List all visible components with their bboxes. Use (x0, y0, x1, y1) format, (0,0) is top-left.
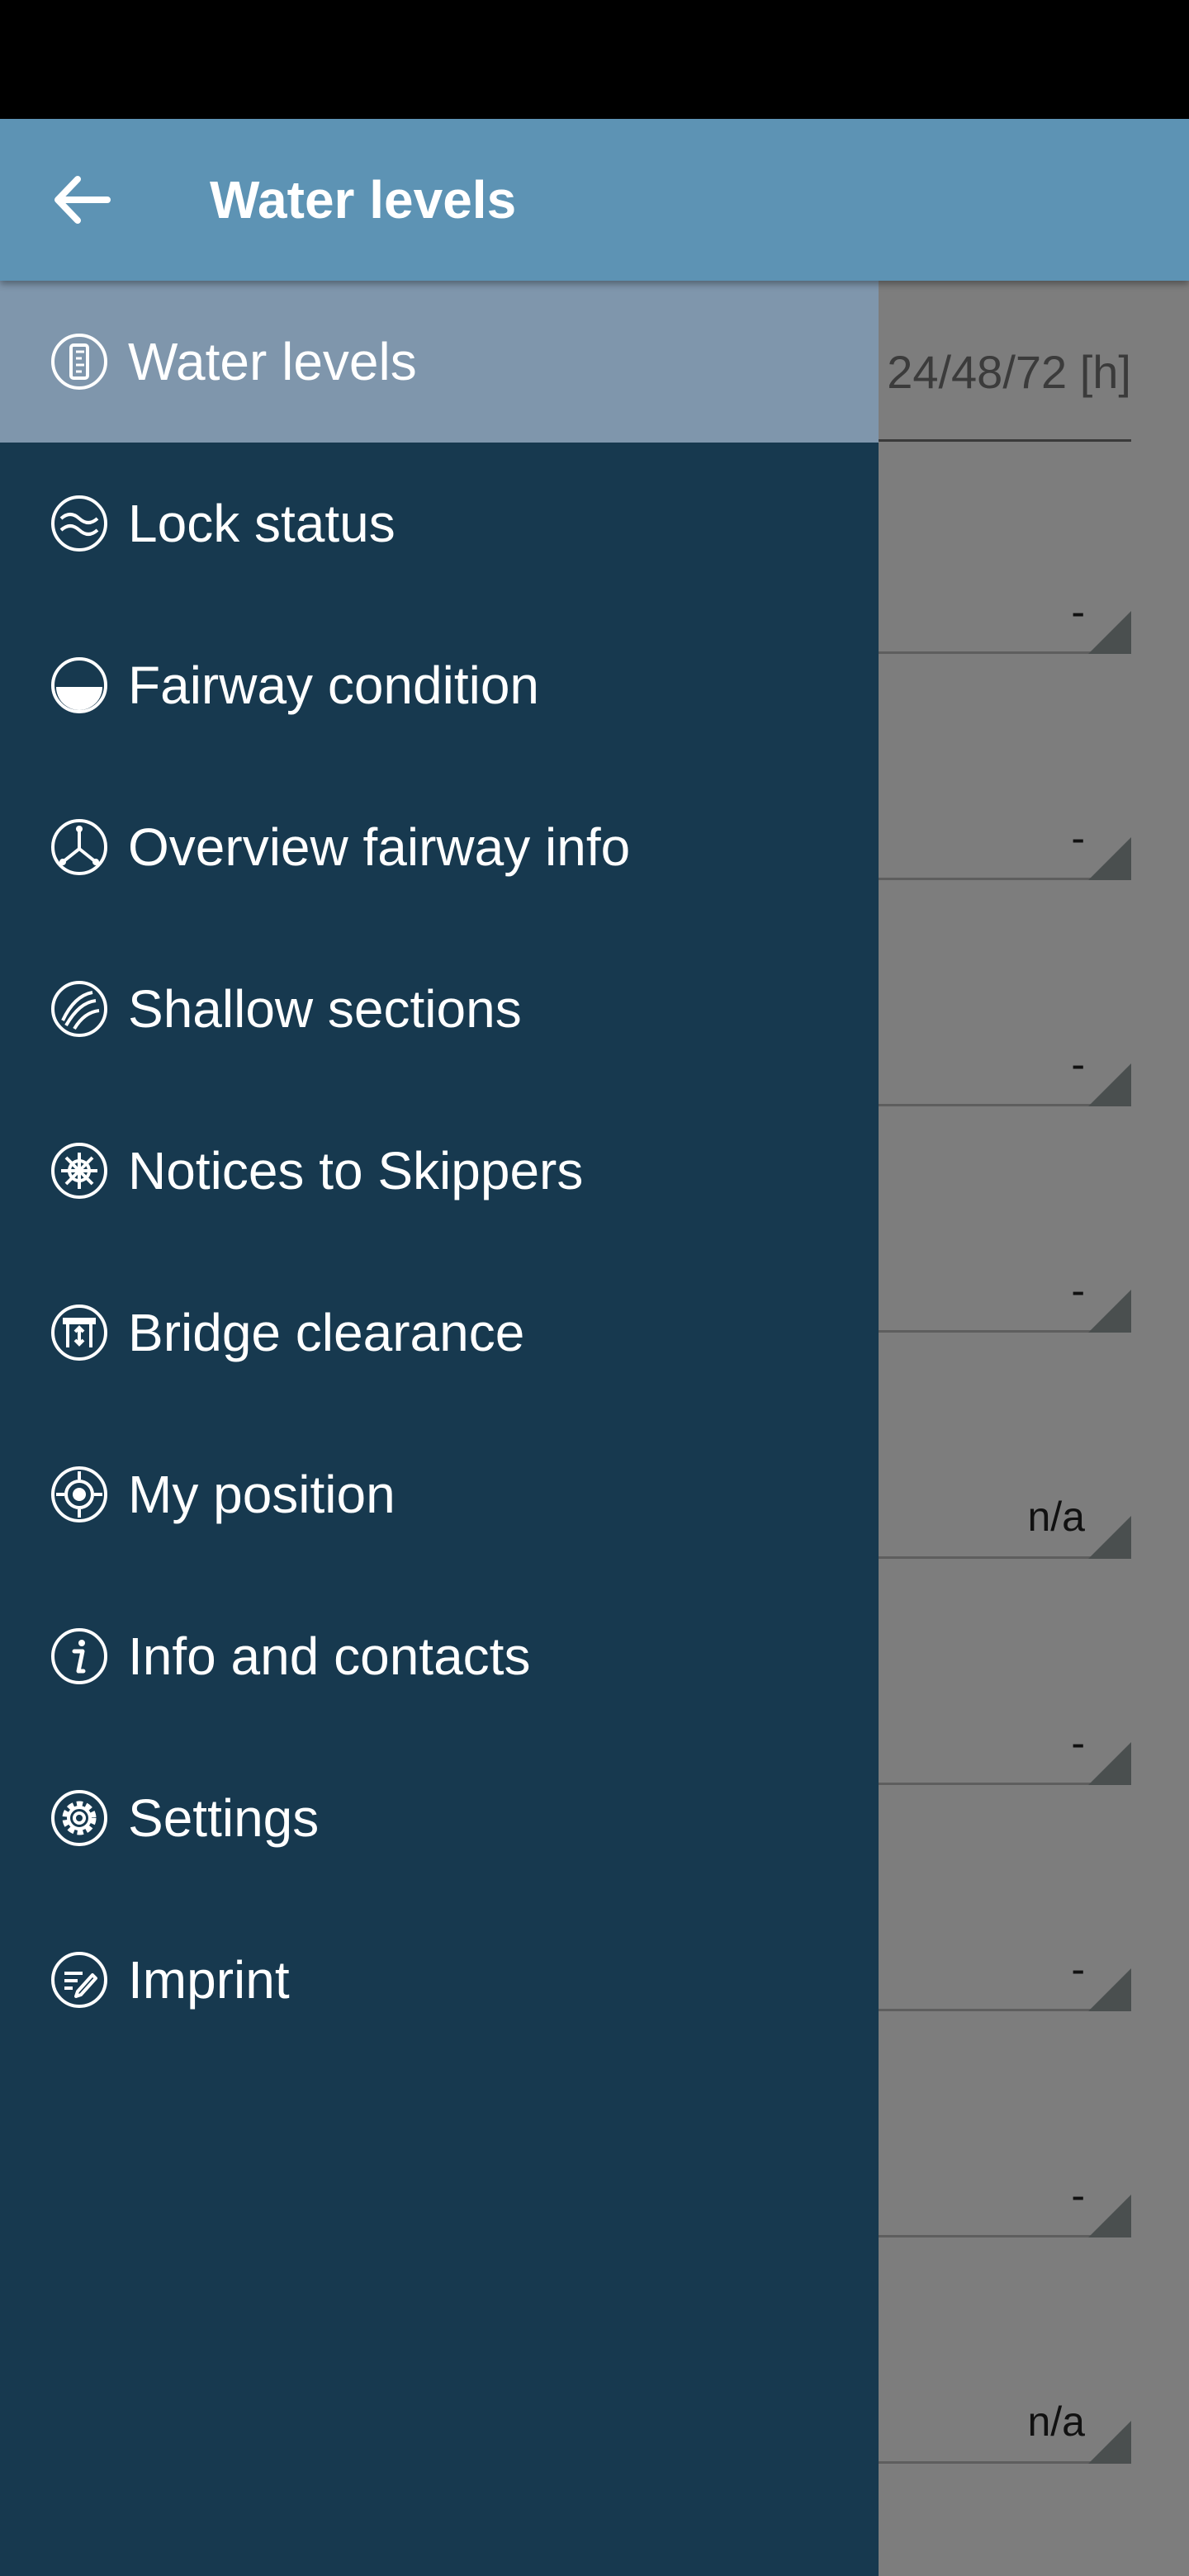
page-title: Water levels (210, 170, 517, 230)
menu-item-label: Info and contacts (128, 1627, 531, 1686)
dropdown-arrow-icon (1088, 1968, 1131, 2011)
dropdown-arrow-icon (1088, 2421, 1131, 2464)
menu-item-my-position[interactable]: My position (0, 1413, 879, 1575)
gauge-icon (50, 332, 109, 391)
menu-item-fairway-condition[interactable]: Fairway condition (0, 604, 879, 766)
dropdown-value: n/a (1027, 2398, 1085, 2445)
dropdown-row[interactable]: - (879, 1945, 1131, 2011)
dropdown-row[interactable]: - (879, 1267, 1131, 1333)
dropdown-value: n/a (1027, 1494, 1085, 1540)
dropdown-arrow-icon (1088, 1063, 1131, 1106)
dropdown-row[interactable]: - (879, 588, 1131, 654)
ship-wheel-icon (50, 1141, 109, 1200)
back-button[interactable] (41, 164, 121, 235)
menu-item-lock-status[interactable]: Lock status (0, 443, 879, 604)
gear-icon (50, 1788, 109, 1848)
forecast-header: 24/48/72 [h] (887, 346, 1131, 398)
dropdown-value: - (1071, 1041, 1085, 1087)
dropdown-arrow-icon (1088, 1742, 1131, 1785)
dropdown-arrow-icon (1088, 1516, 1131, 1559)
menu-item-label: Imprint (128, 1950, 290, 2010)
dropdown-arrow-icon (1088, 1290, 1131, 1333)
dropdown-arrow-icon (1088, 611, 1131, 654)
dropdown-value: - (1071, 1946, 1085, 1992)
dropdown-value: - (1071, 2172, 1085, 2218)
background-content: 24/48/72 [h] - - - - n/a - - - n/a (879, 281, 1189, 2576)
menu-item-bridge-clearance[interactable]: Bridge clearance (0, 1252, 879, 1413)
menu-item-label: Settings (128, 1788, 320, 1848)
half-water-icon (50, 656, 109, 715)
crosshair-icon (50, 1465, 109, 1524)
menu-item-label: Notices to Skippers (128, 1141, 584, 1200)
dropdown-value: - (1071, 1720, 1085, 1766)
dropdown-arrow-icon (1088, 837, 1131, 880)
menu-item-info-and-contacts[interactable]: Info and contacts (0, 1575, 879, 1737)
dropdown-row[interactable]: - (879, 1719, 1131, 1785)
waves-icon (50, 494, 109, 553)
dropdown-row[interactable]: - (879, 2171, 1131, 2237)
info-icon (50, 1627, 109, 1686)
menu-item-settings[interactable]: Settings (0, 1737, 879, 1899)
arrow-left-icon (54, 176, 111, 224)
menu-item-notices-to-skippers[interactable]: Notices to Skippers (0, 1090, 879, 1252)
junction-icon (50, 817, 109, 877)
menu-item-label: Water levels (128, 332, 417, 391)
menu-item-label: Shallow sections (128, 979, 522, 1039)
dropdown-value: - (1071, 1267, 1085, 1314)
dropdown-value: - (1071, 589, 1085, 635)
sandbank-icon (50, 979, 109, 1039)
dropdown-row[interactable]: - (879, 814, 1131, 880)
header-divider (879, 439, 1131, 442)
menu-item-water-levels[interactable]: Water levels (0, 281, 879, 443)
app-bar: Water levels (0, 119, 1189, 281)
dropdown-row[interactable]: - (879, 1040, 1131, 1106)
dropdown-arrow-icon (1088, 2195, 1131, 2237)
dropdown-row[interactable]: n/a (879, 2398, 1131, 2464)
menu-item-imprint[interactable]: Imprint (0, 1899, 879, 2061)
status-bar (0, 0, 1189, 119)
navigation-drawer: Water levels Lock status Fairway conditi… (0, 281, 879, 2576)
dropdown-row[interactable]: n/a (879, 1493, 1131, 1559)
dropdown-value: - (1071, 815, 1085, 861)
menu-item-label: My position (128, 1465, 396, 1524)
bridge-icon (50, 1303, 109, 1362)
menu-item-label: Overview fairway info (128, 817, 631, 877)
menu-item-label: Bridge clearance (128, 1303, 525, 1362)
menu-item-label: Lock status (128, 494, 396, 553)
menu-item-shallow-sections[interactable]: Shallow sections (0, 928, 879, 1090)
menu-item-label: Fairway condition (128, 656, 539, 715)
menu-item-overview-fairway-info[interactable]: Overview fairway info (0, 766, 879, 928)
imprint-icon (50, 1950, 109, 2010)
